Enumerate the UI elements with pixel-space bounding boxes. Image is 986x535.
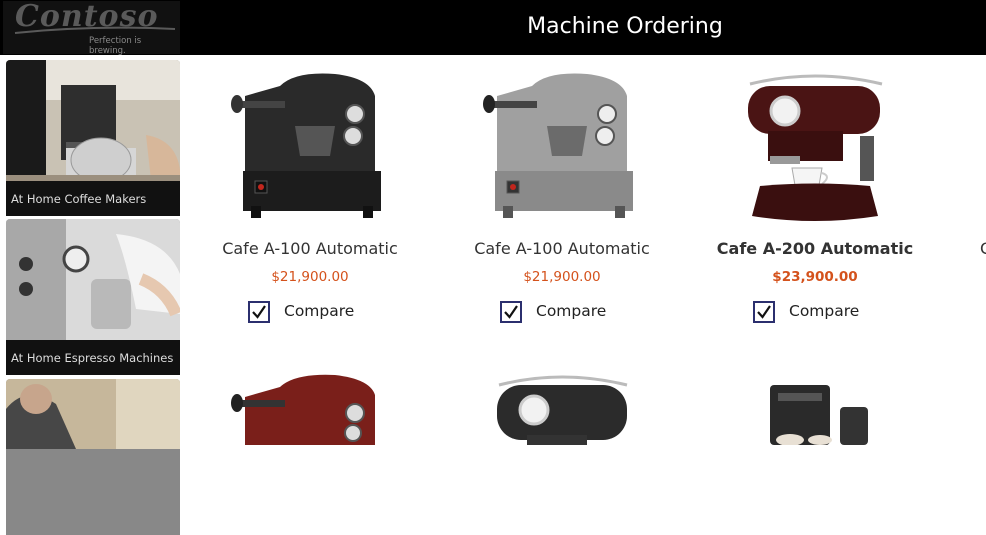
- compare-checkbox[interactable]: [248, 301, 270, 323]
- checkmark-icon: [757, 305, 771, 319]
- product-price: $23,900.00: [772, 269, 858, 285]
- product-image: [483, 73, 633, 218]
- product-image: [770, 385, 868, 445]
- product-card-partial[interactable]: C: [980, 239, 986, 258]
- compare-label: Compare: [536, 302, 607, 320]
- product-name[interactable]: Cafe A-100 Automatic: [437, 239, 687, 258]
- checkmark-icon: [252, 305, 266, 319]
- page-title: Machine Ordering: [527, 14, 723, 39]
- compare-checkbox[interactable]: [500, 301, 522, 323]
- product-name[interactable]: Cafe A-100 Automatic: [185, 239, 435, 258]
- product-price: $21,900.00: [523, 269, 601, 285]
- product-price: $21,900.00: [271, 269, 349, 285]
- product-card[interactable]: [437, 365, 687, 445]
- compare-checkbox[interactable]: [753, 301, 775, 323]
- product-image: [231, 73, 381, 218]
- product-name[interactable]: Cafe A-200 Automatic: [690, 239, 940, 258]
- category-label: At Home Espresso Machines: [6, 340, 180, 375]
- category-tile-home-espresso-machines[interactable]: At Home Espresso Machines: [6, 219, 180, 375]
- category-photo: [6, 379, 180, 449]
- category-label: At Home Coffee Makers: [6, 181, 180, 216]
- product-card[interactable]: [185, 365, 435, 445]
- logo-swoosh-icon: [14, 26, 176, 34]
- category-tile-3[interactable]: [6, 379, 180, 535]
- product-card[interactable]: [690, 365, 940, 445]
- product-image: [497, 375, 628, 445]
- product-image: [231, 374, 375, 445]
- product-name: C: [980, 239, 986, 258]
- contoso-logo: Contoso Perfection is brewing.: [3, 0, 180, 56]
- header-bar: Contoso Perfection is brewing. Machine O…: [0, 0, 986, 56]
- category-sidebar: At Home Coffee Makers At Home Espresso M…: [0, 55, 186, 535]
- category-tile-home-coffee-makers[interactable]: At Home Coffee Makers: [6, 60, 180, 216]
- compare-label: Compare: [284, 302, 355, 320]
- product-image: [748, 74, 883, 221]
- compare-label: Compare: [789, 302, 860, 320]
- logo-tagline: Perfection is brewing.: [89, 36, 142, 56]
- checkmark-icon: [504, 305, 518, 319]
